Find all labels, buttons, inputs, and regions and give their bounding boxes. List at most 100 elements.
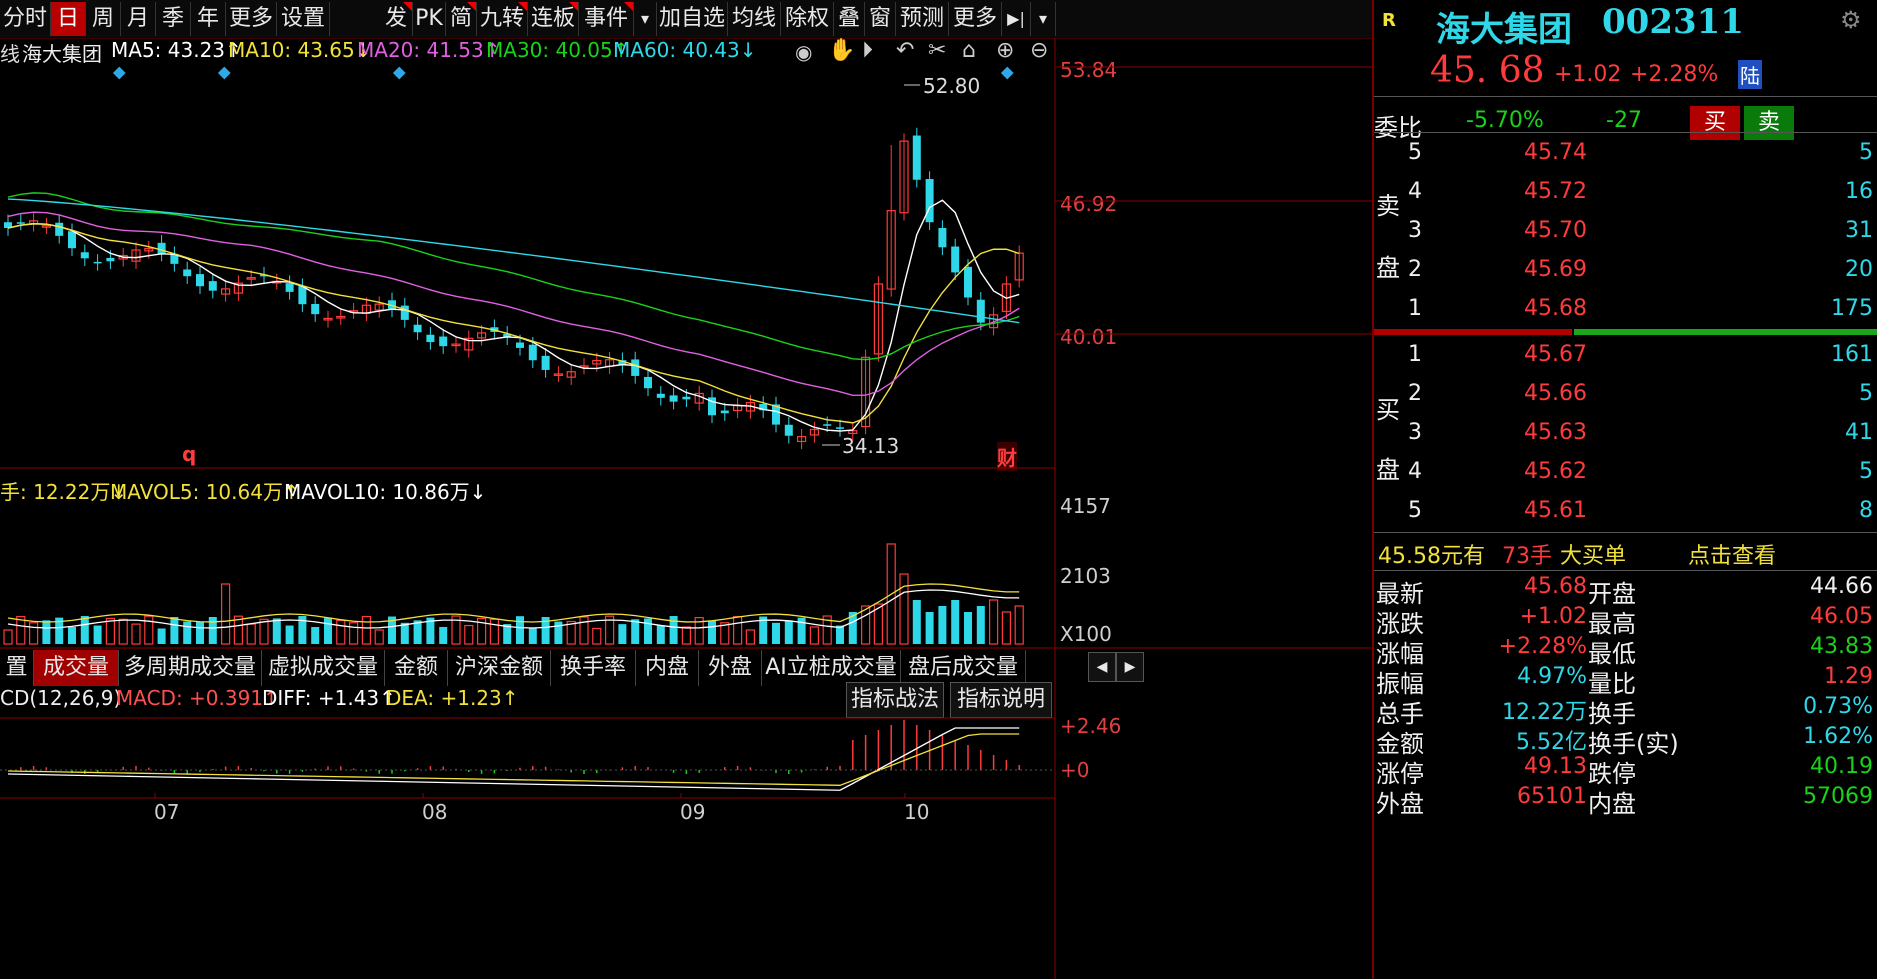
ask-price[interactable]: 45.74: [1524, 140, 1587, 165]
stat-value: 0.73%: [1803, 694, 1873, 719]
volume-bar: [131, 623, 141, 645]
collapse-panel-icon[interactable]: ▶|: [1002, 2, 1031, 36]
ask-level: 4: [1408, 179, 1422, 204]
ask-price[interactable]: 45.68: [1524, 296, 1587, 321]
kline-chart-panel[interactable]: 线 海大集团 MA5: 43.23↑ MA10: 43.65↓ MA20: 41…: [0, 38, 1372, 979]
tab-monthly[interactable]: 月: [121, 2, 156, 36]
weibi-pct: -5.70%: [1466, 108, 1544, 133]
stat-value: 40.19: [1810, 754, 1873, 779]
tab-yearly[interactable]: 年: [191, 2, 226, 36]
stat-value: 57069: [1803, 784, 1873, 809]
candle-body: [925, 179, 934, 223]
volume-bar: [324, 617, 332, 644]
candle-body: [55, 222, 64, 236]
volume-bar: [118, 618, 128, 645]
volume-bar: [439, 626, 448, 644]
bid-volume: 5: [1859, 459, 1873, 484]
candle-body: [823, 424, 832, 426]
simple-button[interactable]: 简: [446, 2, 477, 36]
add-watchlist-button[interactable]: 加自选: [657, 2, 728, 36]
tab-weekly[interactable]: 周: [86, 2, 121, 36]
volume-bar: [208, 616, 217, 644]
weibi-label: 委比: [1374, 114, 1422, 142]
bid-level: 5: [1408, 498, 1422, 523]
ask-price[interactable]: 45.70: [1524, 218, 1587, 243]
candle-body: [183, 269, 192, 277]
buy-button[interactable]: 买: [1690, 106, 1740, 140]
volume-bar: [80, 616, 89, 644]
ask-volume: 16: [1845, 179, 1873, 204]
ask-side-label: 卖: [1376, 192, 1400, 220]
candle-body: [964, 266, 972, 298]
event-dropdown-icon[interactable]: ▾: [634, 2, 657, 36]
tab-quarterly[interactable]: 季: [156, 2, 191, 36]
stat-value: 4.97%: [1517, 664, 1587, 689]
ask-level: 5: [1408, 140, 1422, 165]
sell-button[interactable]: 卖: [1744, 106, 1794, 140]
volume-bar: [246, 623, 256, 645]
volume-bar: [285, 625, 294, 644]
ask-level: 1: [1408, 296, 1422, 321]
volume-bar: [221, 583, 231, 645]
volume-bar: [349, 622, 359, 645]
stat-value: +2.28%: [1498, 634, 1587, 659]
toolbar-dropdown-icon[interactable]: ▾: [1031, 2, 1056, 36]
bigorder-link[interactable]: 点击查看: [1688, 538, 1776, 570]
volume-bar: [157, 628, 166, 644]
period-toolbar: 分时 日 周 月 季 年 更多 设置 发 PK 简 九转 连板 事件 ▾ 加自选…: [0, 0, 1372, 39]
candle-body: [311, 303, 320, 315]
volume-bar: [644, 618, 652, 644]
stat-value: 12.22万: [1502, 700, 1587, 725]
more-button[interactable]: 更多: [949, 2, 1002, 36]
publish-button[interactable]: 发: [380, 2, 413, 36]
volume-bar: [516, 616, 524, 644]
ask-price[interactable]: 45.69: [1524, 257, 1587, 282]
stat-label: 外盘: [1376, 790, 1424, 818]
bid-price[interactable]: 45.67: [1524, 342, 1587, 367]
forecast-button[interactable]: 预测: [896, 2, 949, 36]
window-button[interactable]: 窗: [865, 2, 896, 36]
stat-value: 45.68: [1524, 574, 1587, 599]
stock-code: 002311: [1602, 2, 1744, 42]
ask-volume: 31: [1845, 218, 1873, 243]
weibi-diff: -27: [1606, 108, 1642, 133]
candle-body: [298, 286, 307, 305]
volume-bar: [311, 627, 320, 644]
ask-level: 3: [1408, 218, 1422, 243]
ask-price[interactable]: 45.72: [1524, 179, 1587, 204]
bid-price[interactable]: 45.62: [1524, 459, 1587, 484]
lianban-button[interactable]: 连板: [528, 2, 579, 36]
pk-button[interactable]: PK: [413, 2, 446, 36]
tab-more-periods[interactable]: 更多: [226, 2, 277, 36]
ma-button[interactable]: 均线: [728, 2, 781, 36]
candle-body: [426, 334, 435, 343]
volume-bar: [912, 600, 921, 644]
volume-bar: [732, 615, 743, 645]
volume-bar: [528, 628, 537, 644]
bid-price[interactable]: 45.63: [1524, 420, 1587, 445]
last-price: 45. 68: [1430, 50, 1545, 91]
bid-price[interactable]: 45.61: [1524, 498, 1587, 523]
volume-bar: [400, 622, 409, 644]
event-button[interactable]: 事件: [579, 2, 634, 36]
bid-level: 1: [1408, 342, 1422, 367]
ex-rights-button[interactable]: 除权: [781, 2, 834, 36]
gear-icon[interactable]: ⚙: [1840, 6, 1862, 34]
tab-intraday[interactable]: 分时: [0, 2, 51, 36]
volume-bar: [925, 612, 934, 644]
candle-body: [208, 281, 217, 291]
candle-body: [68, 231, 76, 249]
price-change: +1.02: [1554, 62, 1622, 87]
overlay-button[interactable]: 叠: [834, 2, 865, 36]
bid-price[interactable]: 45.66: [1524, 381, 1587, 406]
volume-bar: [272, 618, 281, 644]
volume-bar: [681, 626, 692, 645]
tab-daily[interactable]: 日: [51, 2, 86, 36]
jiuzhuan-button[interactable]: 九转: [477, 2, 528, 36]
volume-bar: [745, 629, 756, 645]
bid-volume: 5: [1859, 381, 1873, 406]
candle-body: [938, 228, 947, 248]
ma30-line: [7, 192, 1020, 361]
settings-button[interactable]: 设置: [277, 2, 330, 36]
bid-level: 4: [1408, 459, 1422, 484]
